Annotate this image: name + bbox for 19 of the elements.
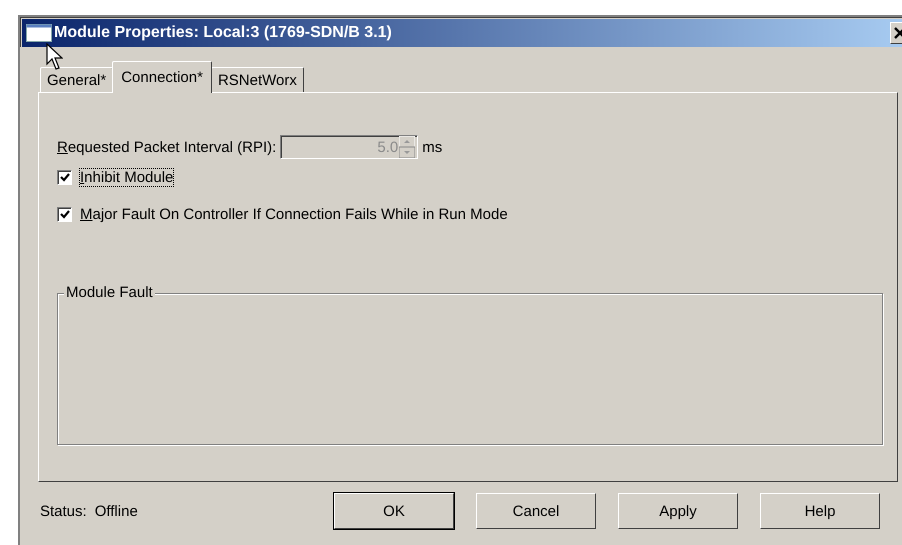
dialog-button[interactable]: OK <box>334 493 454 529</box>
spin-arrows-icon <box>399 136 416 158</box>
cursor-icon <box>46 43 63 70</box>
tab[interactable]: General* <box>40 67 114 93</box>
checkbox[interactable] <box>57 170 72 185</box>
checkbox-label: Major Fault On Controller If Connection Fails While in Run Mode <box>80 206 508 223</box>
checkbox-label: Inhibit Module <box>80 169 174 186</box>
unit-label: ms <box>422 138 442 156</box>
status-value: Offline <box>94 502 138 520</box>
tab[interactable]: Connection* <box>112 61 212 93</box>
rpi-label: Requested Packet Interval (RPI): <box>57 138 276 156</box>
dialog-button[interactable]: Help <box>760 493 880 529</box>
status-label: Status: <box>40 502 87 520</box>
checkbox[interactable] <box>57 207 72 222</box>
window-title: Module Properties: Local:3 (1769-SDN/B 3.1) <box>54 24 393 42</box>
window-icon <box>26 24 52 42</box>
dialog-button[interactable]: Cancel <box>476 493 596 529</box>
dialog-button[interactable]: Apply <box>618 493 738 529</box>
tab[interactable]: RSNetWorx <box>210 67 304 93</box>
